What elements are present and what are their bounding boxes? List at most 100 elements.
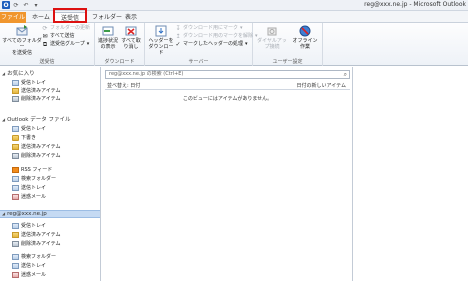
process-marked-button[interactable]: ✓ マークしたヘッダーの処理 ▾ xyxy=(175,41,248,48)
sort-by-button[interactable]: 並べ替え: 日付 xyxy=(107,82,140,90)
search-icon[interactable]: ⌕ xyxy=(344,71,347,78)
mail-list-pane: reg@xxx.ne.jp の検索 (Ctrl+E) ⌕ 並べ替え: 日付 日付… xyxy=(102,67,353,281)
nav-favorites-inbox[interactable]: 受信トレイ xyxy=(12,79,112,87)
ribbon: すべてのフォルダー を送受信 ⟳ フォルダーの更新 ✉ すべて送信 ⧉ 送受信グ… xyxy=(0,23,468,66)
deleted-items-icon xyxy=(12,153,19,159)
unmark-download-label: ダウンロード用のマークを解除 xyxy=(183,33,254,39)
nav-account-outbox[interactable]: 送信トレイ xyxy=(12,262,112,270)
process-marked-label: マークしたヘッダーの処理 xyxy=(183,41,244,47)
outbox-icon xyxy=(12,185,19,191)
nav-datafile-inbox[interactable]: 受信トレイ xyxy=(12,125,112,133)
nav-datafile-junk[interactable]: 迷惑メール xyxy=(12,193,112,201)
nav-item-label: 削除済みアイテム xyxy=(21,153,61,159)
offline-icon xyxy=(299,25,311,37)
search-folder-icon xyxy=(12,176,19,182)
send-receive-qat-icon[interactable]: ⟳ xyxy=(12,1,20,9)
server-group-label: サーバー xyxy=(188,59,209,65)
nav-datafile-search[interactable]: 検索フォルダー xyxy=(12,175,112,183)
chevron-down-icon: ▾ xyxy=(86,41,90,47)
offline-button[interactable]: オフライン作業 xyxy=(290,25,320,50)
send-receive-all-button[interactable]: すべてのフォルダー を送受信 xyxy=(2,25,42,56)
tab-view[interactable]: 表示 xyxy=(121,12,141,23)
sent-items-icon xyxy=(12,88,19,94)
chevron-down-icon: ▾ xyxy=(240,25,243,31)
deleted-items-icon xyxy=(12,241,19,247)
folder-pane: ◢ お気に入り 受信トレイ 送信済みアイテム 削除済みアイテム ◢ Outloo… xyxy=(0,67,101,281)
show-progress-button[interactable]: 進捗状況の表示 xyxy=(97,25,119,50)
unmark-download-button[interactable]: ↥ ダウンロード用のマークを解除 ▾ xyxy=(175,33,257,40)
send-receive-group: すべてのフォルダー を送受信 ⟳ フォルダーの更新 ✉ すべて送信 ⧉ 送受信グ… xyxy=(0,23,95,66)
nav-account-search[interactable]: 検索フォルダー xyxy=(12,253,112,261)
nav-datafile-sent[interactable]: 送信済みアイテム xyxy=(12,143,112,151)
nav-item-label: 送信済みアイテム xyxy=(21,88,61,94)
tab-send-receive[interactable]: 送受信 xyxy=(53,12,87,23)
tab-home[interactable]: ホーム xyxy=(28,12,54,23)
nav-item-label: 検索フォルダー xyxy=(21,254,57,260)
search-placeholder: reg@xxx.ne.jp の検索 (Ctrl+E) xyxy=(109,71,184,77)
show-progress-label: 進捗状況の表示 xyxy=(98,38,119,50)
nav-item-label: 迷惑メール xyxy=(21,272,47,278)
search-folder-icon xyxy=(12,254,19,260)
empty-view-message: このビューにはアイテムがありません。 xyxy=(182,96,273,102)
collapse-arrow-icon[interactable]: ◢ xyxy=(2,116,5,124)
tab-file[interactable]: ファイル xyxy=(0,12,26,23)
mark-download-button[interactable]: ↧ ダウンロード用にマーク ▾ xyxy=(175,25,243,32)
datafile-header[interactable]: ◢ Outlook データ ファイル xyxy=(2,116,102,124)
send-receive-all-label: すべてのフォルダー を送受信 xyxy=(2,38,42,56)
window-title: reg@xxx.ne.jp - Microsoft Outlook xyxy=(364,1,466,8)
deleted-items-icon xyxy=(12,96,19,102)
dropdown-icon[interactable]: ▾ xyxy=(32,1,40,9)
dialup-icon xyxy=(266,25,278,37)
search-input[interactable]: reg@xxx.ne.jp の検索 (Ctrl+E) ⌕ xyxy=(105,70,350,79)
account-header[interactable]: ◢ reg@xxx.ne.jp xyxy=(0,210,100,218)
sent-items-icon xyxy=(12,144,19,150)
nav-favorites-deleted[interactable]: 削除済みアイテム xyxy=(12,95,112,103)
user-settings-group: ダイヤルアップ接続 オフライン作業 ユーザー設定 xyxy=(253,23,323,66)
send-all-label: すべて送信 xyxy=(50,33,75,39)
drafts-icon xyxy=(12,135,19,141)
unmark-icon: ↥ xyxy=(175,33,181,40)
process-icon: ✓ xyxy=(175,41,181,48)
chevron-down-icon: ▾ xyxy=(245,41,248,47)
send-receive-groups-button[interactable]: ⧉ 送受信グループ ▾ xyxy=(42,41,89,48)
nav-item-label: 送信済みアイテム xyxy=(21,232,61,238)
reading-pane xyxy=(354,67,468,281)
outlook-app-icon[interactable]: O xyxy=(2,1,10,9)
send-receive-groups-label: 送受信グループ xyxy=(50,41,85,47)
send-all-button[interactable]: ✉ すべて送信 xyxy=(42,33,74,40)
download-headers-label: ヘッダーを ダウンロード xyxy=(148,38,174,56)
nav-account-inbox[interactable]: 受信トレイ xyxy=(12,222,112,230)
nav-datafile-rss[interactable]: RSS フィード xyxy=(12,166,112,174)
undo-icon[interactable]: ↶ xyxy=(22,1,30,9)
update-folder-button[interactable]: ⟳ フォルダーの更新 xyxy=(42,25,90,32)
collapse-arrow-icon[interactable]: ◢ xyxy=(2,70,5,78)
datafile-header-label: Outlook データ ファイル xyxy=(7,117,71,123)
download-group: 進捗状況の表示 すべて取り消し ダウンロード xyxy=(95,23,145,66)
nav-favorites-sent[interactable]: 送信済みアイテム xyxy=(12,87,112,95)
cancel-icon xyxy=(125,25,137,37)
download-headers-button[interactable]: ヘッダーを ダウンロード xyxy=(147,25,175,56)
cancel-all-button[interactable]: すべて取り消し xyxy=(120,25,142,50)
nav-item-label: 検索フォルダー xyxy=(21,176,57,182)
offline-label: オフライン作業 xyxy=(292,38,318,50)
nav-item-label: 送信トレイ xyxy=(21,263,47,269)
dialup-button[interactable]: ダイヤルアップ接続 xyxy=(255,25,289,50)
nav-account-junk[interactable]: 迷惑メール xyxy=(12,271,112,279)
favorites-header-label: お気に入り xyxy=(7,71,35,77)
nav-account-sent[interactable]: 送信済みアイテム xyxy=(12,231,112,239)
nav-account-deleted[interactable]: 削除済みアイテム xyxy=(12,240,112,248)
nav-datafile-deleted[interactable]: 削除済みアイテム xyxy=(12,152,112,160)
inbox-icon xyxy=(12,80,19,86)
sort-order-button[interactable]: 日付の新しいアイテム xyxy=(296,82,346,90)
nav-item-label: 受信トレイ xyxy=(21,80,47,86)
nav-item-label: RSS フィード xyxy=(21,167,53,173)
nav-item-label: 受信トレイ xyxy=(21,126,47,132)
nav-item-label: 迷惑メール xyxy=(21,194,47,200)
nav-item-label: 削除済みアイテム xyxy=(21,241,61,247)
nav-datafile-drafts[interactable]: 下書き xyxy=(12,134,112,142)
favorites-header[interactable]: ◢ お気に入り xyxy=(2,70,102,78)
collapse-arrow-icon[interactable]: ◢ xyxy=(2,210,5,218)
download-headers-icon xyxy=(155,25,167,37)
ribbon-tabs: ファイル ホーム 送受信 フォルダー 表示 xyxy=(0,11,468,23)
nav-datafile-outbox[interactable]: 送信トレイ xyxy=(12,184,112,192)
